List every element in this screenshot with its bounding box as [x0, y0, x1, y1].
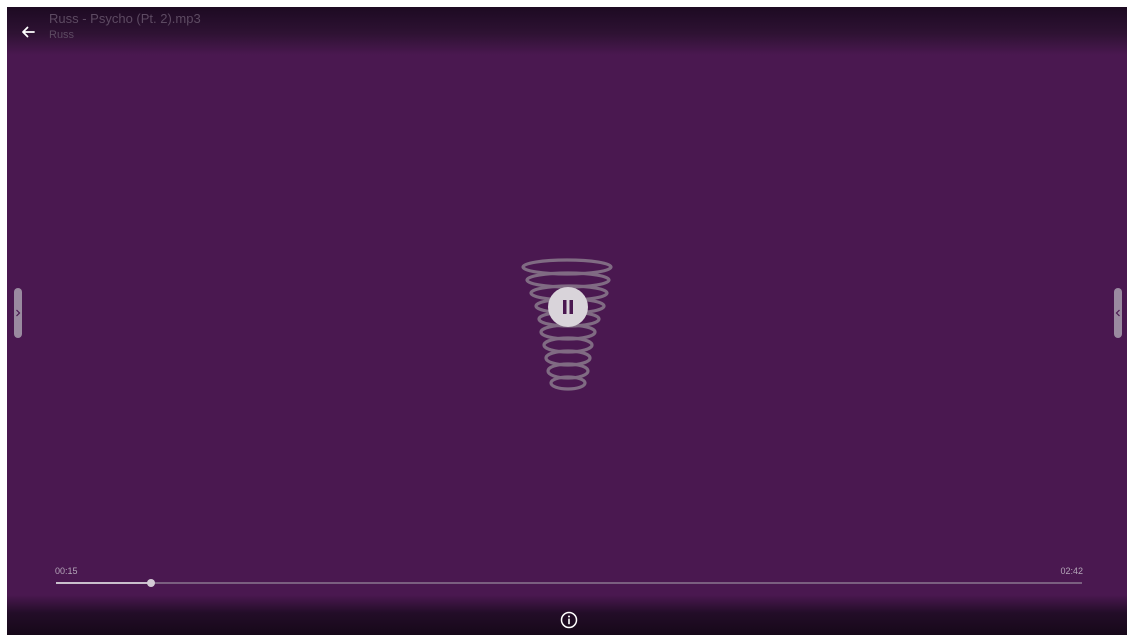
left-drawer-handle[interactable] [14, 288, 22, 338]
pause-button[interactable] [548, 287, 588, 327]
chevron-left-icon [1115, 309, 1120, 317]
chevron-right-icon [16, 309, 21, 317]
pause-icon [563, 300, 573, 314]
info-icon [560, 611, 578, 629]
top-bar: Russ - Psycho (Pt. 2).mp3 Russ [7, 7, 1127, 55]
seek-progress [56, 582, 152, 584]
player-screen: Russ - Psycho (Pt. 2).mp3 Russ 00:15 02:… [7, 7, 1127, 635]
info-button[interactable] [560, 611, 578, 629]
seek-bar[interactable] [56, 579, 1082, 587]
track-title: Russ - Psycho (Pt. 2).mp3 [49, 11, 201, 26]
track-artist: Russ [49, 29, 75, 41]
seek-thumb[interactable] [147, 579, 156, 587]
elapsed-time: 00:15 [55, 566, 78, 576]
right-drawer-handle[interactable] [1114, 288, 1122, 338]
total-duration: 02:42 [1060, 566, 1083, 576]
back-button[interactable] [17, 21, 39, 43]
arrow-left-icon [22, 26, 35, 38]
